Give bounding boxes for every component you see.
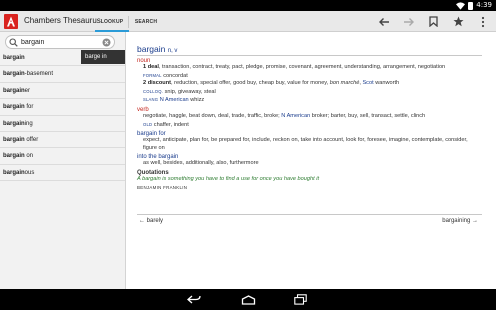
status-bar: 4:39 <box>0 0 496 11</box>
recent-apps-icon[interactable] <box>292 292 308 307</box>
home-icon[interactable] <box>240 292 256 307</box>
search-icon <box>9 38 18 47</box>
verb-sense: negotiate, haggle, beat down, deal, trad… <box>143 112 426 119</box>
list-item[interactable]: bargainer <box>0 83 125 100</box>
autocomplete-popup[interactable]: barge in <box>81 50 125 64</box>
list-item[interactable]: bargain offer <box>0 132 125 149</box>
list-item[interactable]: bargain on <box>0 148 125 165</box>
word-list: bargain bargain-basement bargainer barga… <box>0 50 125 182</box>
action-bar: Chambers Thesaurus LOOKUP SEARCH <box>0 11 496 32</box>
list-item[interactable]: bargain for <box>0 99 125 116</box>
sense-2-colloq: COLLOQ. snip, giveaway, steal <box>143 88 216 95</box>
sense-1: 1 deal, transaction, contract, treaty, p… <box>143 64 446 70</box>
bookmark-icon[interactable] <box>427 15 440 28</box>
list-item[interactable]: bargaining <box>0 116 125 132</box>
phrase-into-the-bargain-text: as well, besides, additionally, also, fu… <box>143 160 259 167</box>
status-time: 4:39 <box>476 1 492 9</box>
headword: bargain <box>137 44 166 54</box>
battery-icon <box>468 1 474 10</box>
tab-search[interactable]: SEARCH <box>129 11 163 32</box>
wifi-icon <box>456 1 466 10</box>
entry-navigation: ← barely bargaining → <box>137 214 482 228</box>
status-icons: 4:39 <box>456 1 492 10</box>
tab-lookup[interactable]: LOOKUP <box>95 11 129 32</box>
search-box[interactable] <box>5 35 115 49</box>
overflow-menu-icon[interactable] <box>476 15 489 28</box>
sense-2: 2 discount, reduction, special offer, go… <box>143 80 400 87</box>
sense-2-slang: SLANG N American whizz <box>143 97 205 104</box>
system-navigation-bar <box>0 289 496 310</box>
previous-entry-link[interactable]: ← barely <box>139 218 163 224</box>
word-list-pane: bargain bargain-basement bargainer barga… <box>0 32 126 289</box>
phrase-bargain-for-text: expect, anticipate, plan for, be prepare… <box>143 137 468 151</box>
star-icon[interactable] <box>452 15 465 28</box>
sense-1-formal: FORMAL concordat <box>143 72 188 79</box>
forward-arrow-icon[interactable] <box>402 15 415 28</box>
list-item[interactable]: bargain-basement <box>0 66 125 83</box>
back-icon[interactable] <box>186 292 202 307</box>
search-input[interactable] <box>21 36 99 48</box>
app-title: Chambers Thesaurus <box>24 16 101 25</box>
app-logo-icon[interactable] <box>4 14 18 29</box>
entry-headword-row: bargain n, v <box>137 44 482 56</box>
verb-old: OLD chaffer, indent <box>143 121 189 128</box>
entry-pane: bargain n, v noun 1 deal, transaction, c… <box>126 32 496 289</box>
back-arrow-icon[interactable] <box>377 15 390 28</box>
dictionary-entry: bargain n, v noun 1 deal, transaction, c… <box>137 44 482 191</box>
quotation-author: BENJAMIN FRANKLIN <box>137 184 188 190</box>
list-item[interactable]: bargainous <box>0 165 125 182</box>
clear-search-icon[interactable] <box>102 38 111 47</box>
part-of-speech: n, v <box>167 48 178 54</box>
quotation-text: A bargain is something you have to find … <box>137 175 320 182</box>
next-entry-link[interactable]: bargaining → <box>442 218 478 224</box>
